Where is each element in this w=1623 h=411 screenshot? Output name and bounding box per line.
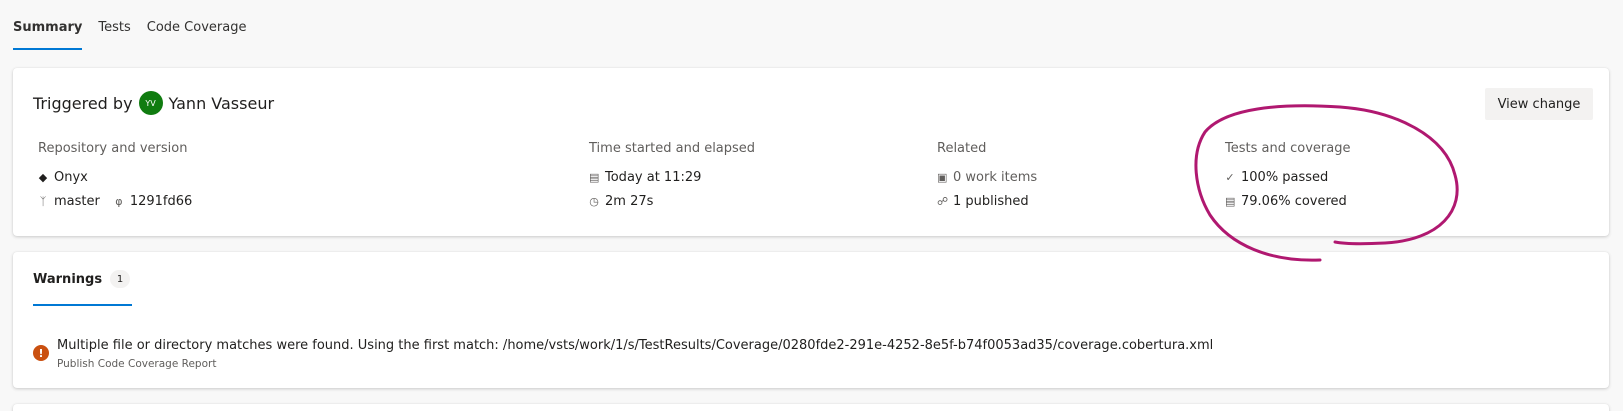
work-items-row[interactable]: ▣ 0 work items <box>937 165 1037 189</box>
repository-section: Repository and version ◆ Onyx ᛉ master φ… <box>38 141 192 213</box>
repository-heading: Repository and version <box>38 141 188 156</box>
coverage-link[interactable]: 79.06% covered <box>1241 194 1347 209</box>
warnings-card: Warnings 1 ! Multiple file or directory … <box>13 252 1609 388</box>
clock-icon: ◷ <box>589 194 599 208</box>
started-row: ▤ Today at 11:29 <box>589 165 755 189</box>
tab-summary[interactable]: Summary <box>13 0 83 50</box>
published-link[interactable]: 1 published <box>953 194 1029 209</box>
check-circle-icon: ✓ <box>1225 170 1235 184</box>
warning-source[interactable]: Publish Code Coverage Report <box>57 358 216 370</box>
triggered-by: Triggered by YV Yann Vasseur <box>33 91 274 115</box>
tab-warnings[interactable]: Warnings 1 <box>33 270 133 306</box>
warnings-count-badge: 1 <box>110 270 131 288</box>
time-heading: Time started and elapsed <box>589 141 756 156</box>
avatar[interactable]: YV <box>138 91 163 115</box>
calendar-icon: ▤ <box>589 170 600 184</box>
time-section: Time started and elapsed ▤ Today at 11:2… <box>589 141 755 213</box>
warning-icon: ! <box>33 345 49 361</box>
repo-name[interactable]: Onyx <box>54 170 88 185</box>
work-item-icon: ▣ <box>937 170 948 184</box>
tests-heading: Tests and coverage <box>1225 141 1351 156</box>
artifact-icon: ☍ <box>937 194 949 208</box>
branch-name[interactable]: master <box>54 194 100 209</box>
tests-section: Tests and coverage ✓ 100% passed ▤ 79.06… <box>1225 141 1350 213</box>
repo-row[interactable]: ◆ Onyx <box>38 165 192 189</box>
tab-code-coverage[interactable]: Code Coverage <box>147 0 247 50</box>
elapsed-time: 2m 27s <box>605 193 654 209</box>
run-summary-card: Triggered by YV Yann Vasseur View change… <box>13 68 1609 236</box>
warning-message: Multiple file or directory matches were … <box>57 338 1214 353</box>
commit-icon: φ <box>115 194 123 208</box>
user-name[interactable]: Yann Vasseur <box>169 94 274 113</box>
tests-passed-link[interactable]: 100% passed <box>1241 170 1328 185</box>
commit-id[interactable]: 1291fd66 <box>130 194 192 209</box>
git-repo-icon: ◆ <box>38 170 48 184</box>
work-items-link[interactable]: 0 work items <box>953 170 1037 185</box>
next-card <box>13 404 1609 411</box>
elapsed-row: ◷ 2m 27s <box>589 189 755 213</box>
warnings-tab-label: Warnings <box>33 272 103 287</box>
coverage-chart-icon: ▤ <box>1225 194 1236 208</box>
published-row[interactable]: ☍ 1 published <box>937 189 1037 213</box>
started-time: Today at 11:29 <box>605 169 702 185</box>
branch-icon: ᛉ <box>39 194 47 208</box>
version-row: ᛉ master φ 1291fd66 <box>38 189 193 213</box>
tests-passed-row[interactable]: ✓ 100% passed <box>1225 165 1350 189</box>
view-change-button[interactable]: View change <box>1485 88 1593 120</box>
triggered-by-label: Triggered by <box>33 93 133 113</box>
tab-tests[interactable]: Tests <box>98 0 130 50</box>
coverage-row[interactable]: ▤ 79.06% covered <box>1225 189 1350 213</box>
related-section: Related ▣ 0 work items ☍ 1 published <box>937 141 1037 213</box>
related-heading: Related <box>937 141 987 156</box>
summary-tabs: Summary Tests Code Coverage <box>13 0 246 50</box>
